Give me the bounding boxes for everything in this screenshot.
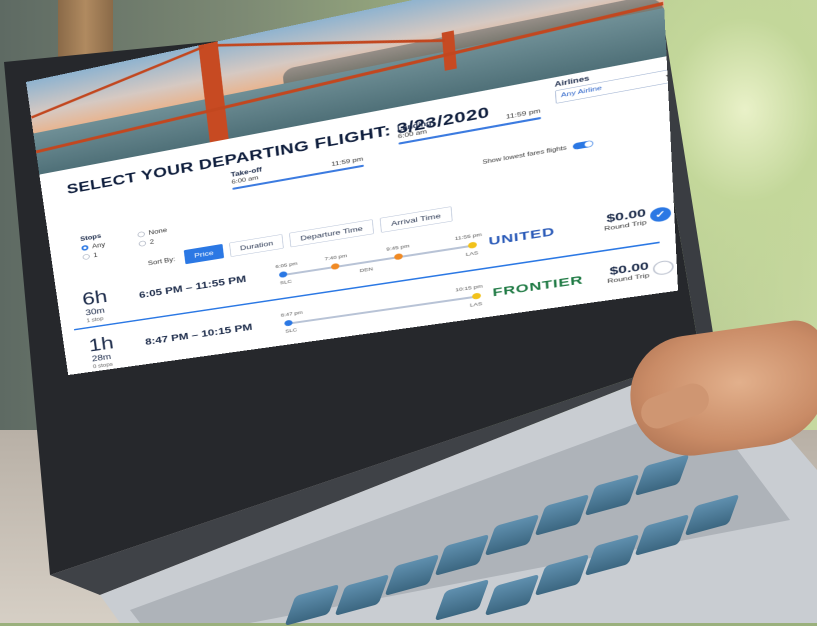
keyboard-key — [434, 534, 490, 576]
keyboard-key — [484, 514, 540, 556]
keyboard-key — [684, 494, 740, 536]
keyboard-key — [534, 554, 590, 596]
keyboard-key — [384, 554, 440, 596]
keyboard-key — [484, 574, 540, 616]
keyboard-key — [634, 454, 690, 496]
keyboard-key — [584, 534, 640, 576]
keyboard-key — [584, 474, 640, 516]
keyboard-key — [534, 494, 590, 536]
keyboard-key — [434, 579, 490, 621]
keyboard-key — [284, 584, 340, 626]
keyboard-keys — [0, 0, 817, 626]
keyboard-key — [334, 574, 390, 616]
keyboard-key — [634, 514, 690, 556]
